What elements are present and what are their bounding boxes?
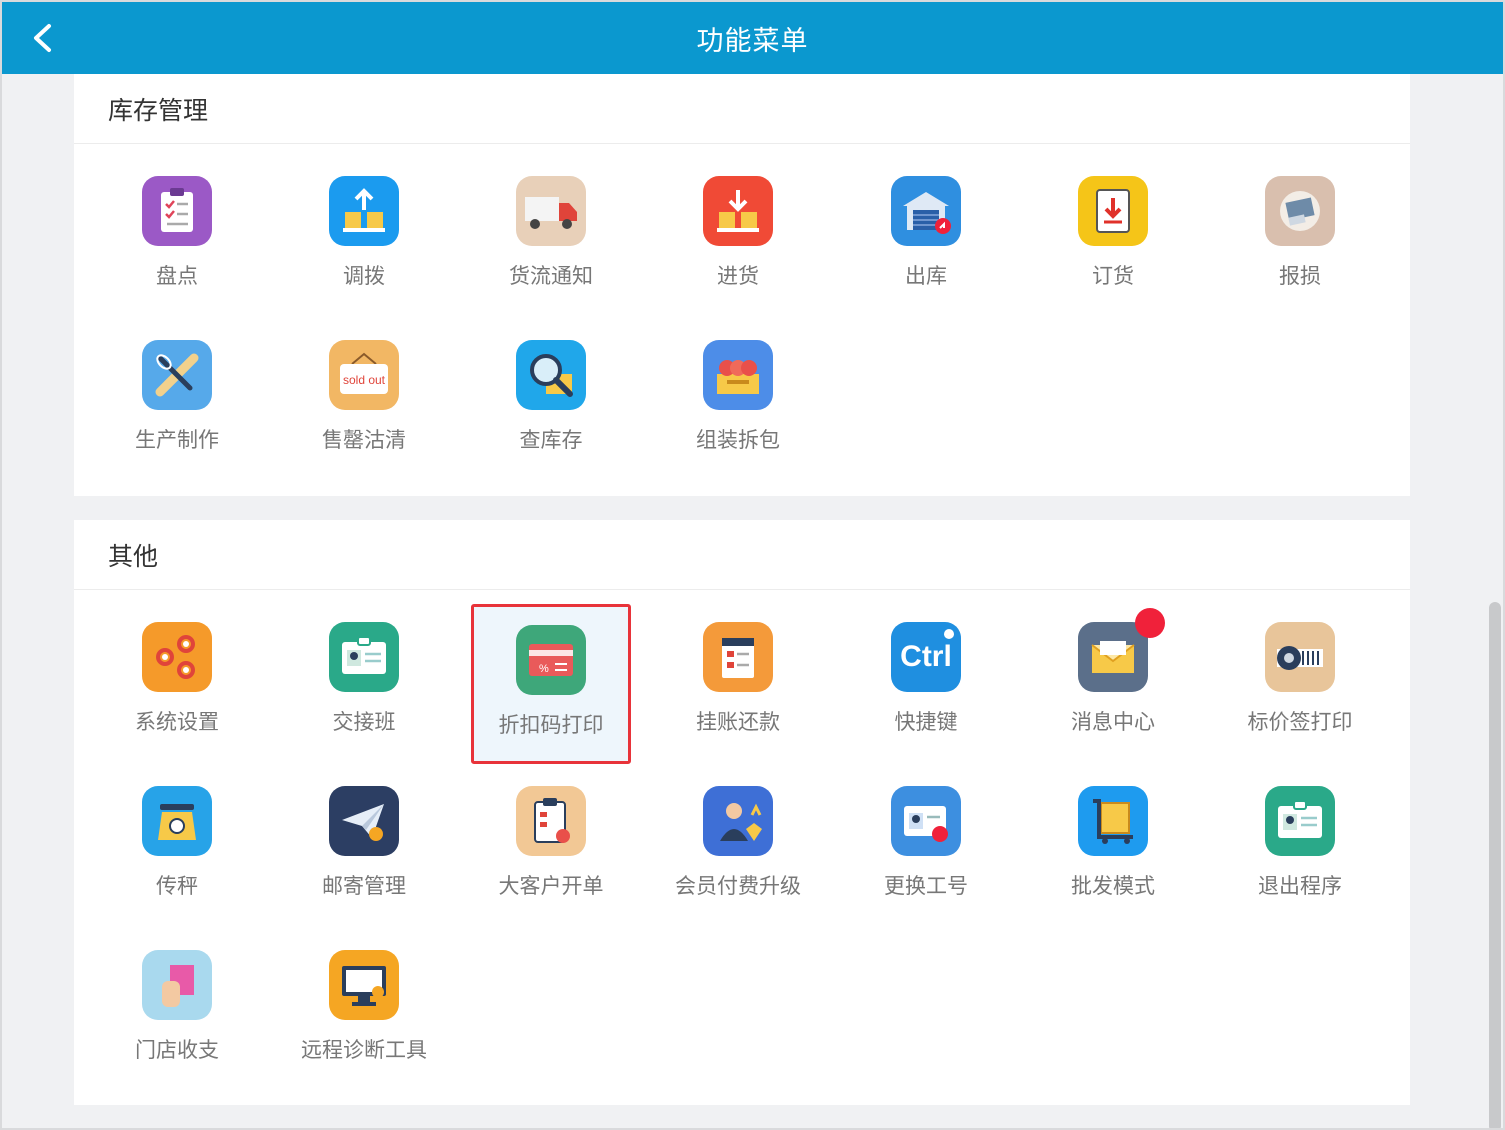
menu-item-delivery-truck[interactable]: 货流通知 (471, 158, 631, 318)
menu-item-stock-in[interactable]: 进货 (658, 158, 818, 318)
paper-plane-icon (329, 786, 399, 856)
magnifier-stock-icon (516, 340, 586, 410)
clipboard-order-icon (516, 786, 586, 856)
menu-item-label: 生产制作 (135, 428, 219, 452)
menu-item-ledger[interactable]: 挂账还款 (658, 604, 818, 764)
menu-item-label: 退出程序 (1258, 874, 1342, 898)
menu-item-label: 出库 (905, 264, 947, 288)
ledger-icon (703, 622, 773, 692)
menu-item-warehouse-out[interactable]: 出库 (846, 158, 1006, 318)
menu-item-magnifier-stock[interactable]: 查库存 (471, 322, 631, 482)
menu-item-wholesale-cart[interactable]: 批发模式 (1033, 768, 1193, 928)
top-navigation-bar: 功能菜单 (2, 2, 1503, 74)
vip-upgrade-icon (703, 786, 773, 856)
clipboard-checklist-icon (142, 176, 212, 246)
section-title: 其他 (74, 520, 1410, 590)
menu-item-sold-out-sign[interactable]: sold out 售罄沽清 (284, 322, 444, 482)
menu-item-vip-upgrade[interactable]: 会员付费升级 (658, 768, 818, 928)
menu-item-label: 货流通知 (509, 264, 593, 288)
menu-item-label: 调拨 (343, 264, 385, 288)
menu-item-envelope[interactable]: 消息中心 (1033, 604, 1193, 764)
delivery-truck-icon (516, 176, 586, 246)
damaged-goods-icon (1265, 176, 1335, 246)
menu-item-store-receipt[interactable]: 门店收支 (97, 932, 257, 1092)
label-roll-icon (1265, 622, 1335, 692)
warehouse-out-icon (891, 176, 961, 246)
svg-text:sold out: sold out (343, 373, 386, 387)
menu-item-label: 传秤 (156, 874, 198, 898)
menu-item-label: 售罄沽清 (322, 428, 406, 452)
menu-item-label: 消息中心 (1071, 710, 1155, 734)
baking-tools-icon (142, 340, 212, 410)
scrollbar[interactable] (1489, 602, 1501, 1128)
gift-bundle-icon (703, 340, 773, 410)
menu-item-label: 远程诊断工具 (301, 1038, 427, 1062)
stock-in-icon (703, 176, 773, 246)
menu-item-scale[interactable]: 传秤 (97, 768, 257, 928)
menu-item-label: 标价签打印 (1247, 710, 1353, 734)
menu-item-transfer-boxes[interactable]: 调拨 (284, 158, 444, 318)
menu-item-label: 邮寄管理 (322, 874, 406, 898)
menu-item-label: 交接班 (332, 710, 396, 734)
menu-item-label: 更换工号 (884, 874, 968, 898)
menu-item-swap-id[interactable]: 更换工号 (846, 768, 1006, 928)
menu-item-label: 报损 (1279, 264, 1321, 288)
menu-item-exit-badge[interactable]: 退出程序 (1220, 768, 1380, 928)
menu-item-damaged-goods[interactable]: 报损 (1220, 158, 1380, 318)
ctrl-key-text: Ctrl (900, 640, 952, 673)
menu-item-remote-monitor[interactable]: 远程诊断工具 (284, 932, 444, 1092)
menu-item-paper-plane[interactable]: 邮寄管理 (284, 768, 444, 928)
notification-badge (1135, 608, 1165, 638)
app-window: 功能菜单 库存管理 盘点 调拨 货流通知 进货 出库 订货 报损生产制作 sold out 售罄… (0, 0, 1505, 1130)
menu-item-label: 组装拆包 (696, 428, 780, 452)
discount-card-icon: % (516, 625, 586, 695)
chevron-left-icon (34, 24, 51, 52)
ctrl-key-icon: Ctrl (891, 622, 961, 692)
section-title: 库存管理 (74, 74, 1410, 144)
menu-item-order-download[interactable]: 订货 (1033, 158, 1193, 318)
section-other: 其他 系统设置 交接班% 折扣码打印 挂账还款 Ctrl 快捷键 消息中心 标价签打印 传秤 邮寄… (74, 520, 1410, 1105)
sold-out-sign-icon: sold out (329, 340, 399, 410)
menu-item-label: 进货 (717, 264, 759, 288)
order-download-icon (1078, 176, 1148, 246)
menu-item-label-roll[interactable]: 标价签打印 (1220, 604, 1380, 764)
menu-item-label: 挂账还款 (696, 710, 780, 734)
menu-item-label: 快捷键 (894, 710, 958, 734)
menu-item-label: 大客户开单 (498, 874, 604, 898)
menu-item-label: 折扣码打印 (498, 713, 604, 737)
menu-item-clipboard-order[interactable]: 大客户开单 (471, 768, 631, 928)
menu-item-label: 盘点 (156, 264, 198, 288)
menu-item-baking-tools[interactable]: 生产制作 (97, 322, 257, 482)
menu-item-label: 订货 (1092, 264, 1134, 288)
scale-icon (142, 786, 212, 856)
section-inventory: 库存管理 盘点 调拨 货流通知 进货 出库 订货 报损生产制作 sold out 售罄沽清 查库存… (74, 74, 1410, 496)
menu-item-id-badge[interactable]: 交接班 (284, 604, 444, 764)
svg-text:%: % (539, 663, 549, 675)
page-title: 功能菜单 (696, 25, 809, 57)
wholesale-cart-icon (1078, 786, 1148, 856)
menu-item-clipboard-checklist[interactable]: 盘点 (97, 158, 257, 318)
swap-id-icon (891, 786, 961, 856)
menu-item-gift-bundle[interactable]: 组装拆包 (658, 322, 818, 482)
back-button[interactable] (20, 16, 64, 60)
menu-item-ctrl-key[interactable]: Ctrl 快捷键 (846, 604, 1006, 764)
gears-icon (142, 622, 212, 692)
menu-item-label: 会员付费升级 (675, 874, 801, 898)
transfer-boxes-icon (329, 176, 399, 246)
menu-item-label: 门店收支 (135, 1038, 219, 1062)
menu-item-gears[interactable]: 系统设置 (97, 604, 257, 764)
id-badge-icon (329, 622, 399, 692)
menu-item-label: 查库存 (519, 428, 583, 452)
remote-monitor-icon (329, 950, 399, 1020)
menu-item-discount-card[interactable]: % 折扣码打印 (471, 604, 631, 764)
store-receipt-icon (142, 950, 212, 1020)
exit-badge-icon (1265, 786, 1335, 856)
menu-item-label: 批发模式 (1071, 874, 1155, 898)
menu-item-label: 系统设置 (135, 710, 219, 734)
